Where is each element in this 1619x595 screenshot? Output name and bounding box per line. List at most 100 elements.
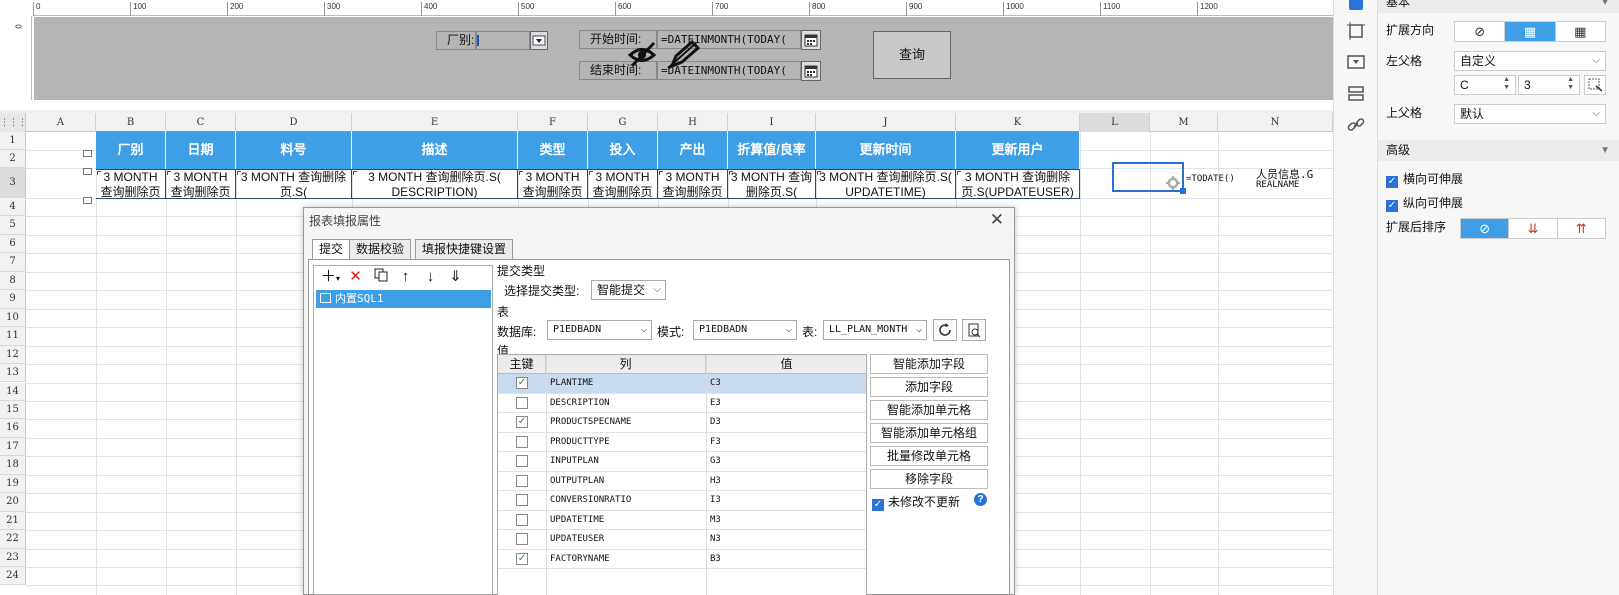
field-row[interactable]: ✓ FACTORYNAME B3 (498, 550, 866, 569)
checkbox-unchecked[interactable] (516, 455, 528, 467)
tab-submit[interactable]: 提交 (312, 239, 351, 260)
row-header[interactable]: 18 (0, 456, 26, 475)
row-header[interactable]: 12 (0, 345, 26, 365)
checkbox-checked[interactable]: ✓ (516, 377, 528, 389)
field-row[interactable]: UPDATETIME M3 (498, 511, 866, 530)
row-header[interactable]: 5 (0, 216, 26, 235)
row-header[interactable]: 14 (0, 382, 26, 401)
data-cell[interactable]: 3 MONTH 查询删除页.S(UPDATEUSER) (956, 169, 1080, 199)
smart-add-cell-button[interactable]: 智能添加单元格 (870, 400, 988, 420)
header-cell[interactable]: 料号 (236, 131, 352, 169)
header-cell[interactable]: 产出 (658, 131, 728, 169)
expand-direction-toggle[interactable]: ⊘ ▦ ▦ (1454, 21, 1606, 42)
select-all-corner[interactable]: ⋮⋮⋮ (0, 113, 27, 132)
checkbox-unchecked[interactable] (516, 435, 528, 448)
vertical-stretch-checkbox[interactable]: ✓ 纵向可伸展 (1386, 194, 1463, 212)
header-cell[interactable]: 描述 (352, 131, 518, 169)
row-header[interactable]: 4 (0, 198, 26, 217)
checkbox-unchecked[interactable] (516, 533, 528, 545)
refresh-button[interactable] (933, 319, 957, 341)
row-header[interactable]: 17 (0, 437, 26, 457)
data-cell[interactable]: 3 MONTH 查询删除页 (96, 169, 166, 199)
field-value-cell[interactable]: N3 (710, 530, 721, 549)
vertical-expand-icon[interactable]: ▦ (1505, 22, 1556, 41)
column-header[interactable]: N (1218, 113, 1333, 132)
copy-icon[interactable] (368, 267, 393, 287)
preview-table-button[interactable] (962, 319, 986, 341)
column-header[interactable]: G (588, 113, 658, 132)
hidden-eye-and-edit-icon[interactable] (627, 39, 706, 70)
left-parent-row-input[interactable]: 3 ▲ ▼ (1518, 75, 1580, 95)
row-header[interactable]: 2 (0, 150, 26, 168)
start-calendar-button[interactable] (801, 30, 821, 50)
field-row[interactable]: CONVERSIONRATIO I3 (498, 491, 866, 511)
checkbox-unchecked[interactable] (516, 494, 528, 506)
column-header[interactable]: E (352, 113, 518, 132)
field-row[interactable]: ✓ PRODUCTSPECNAME D3 (498, 413, 866, 433)
header-cell[interactable]: 折算值/良率 (728, 131, 816, 169)
help-icon[interactable]: ? (974, 493, 987, 506)
field-value-cell[interactable]: F3 (710, 433, 721, 452)
data-cell[interactable]: 3 MONTH 查询删除页 (658, 169, 728, 199)
data-cell[interactable]: 3 MONTH 查询删除页 (166, 169, 236, 199)
column-header[interactable]: L (1080, 113, 1150, 132)
column-header[interactable]: A (26, 113, 96, 132)
pick-cell-button[interactable] (1584, 75, 1606, 95)
field-row[interactable]: UPDATEUSER N3 (498, 530, 866, 550)
horizontal-expand-icon[interactable]: ▦ (1556, 22, 1605, 41)
data-cell[interactable]: 3 MONTH 查询删除页.S( (728, 169, 816, 199)
header-cell[interactable]: 投入 (588, 131, 658, 169)
move-bottom-icon[interactable]: ⇓ (443, 267, 468, 287)
sort-descending-icon[interactable]: ⇈ (1558, 219, 1605, 238)
no-expand-icon[interactable]: ⊘ (1455, 22, 1506, 41)
widget-settings-icon[interactable] (1345, 51, 1367, 73)
end-calendar-button[interactable] (801, 61, 821, 81)
checkbox-unchecked[interactable] (516, 396, 528, 409)
row-header[interactable]: 10 (0, 308, 26, 328)
fill-handle[interactable] (1180, 188, 1186, 194)
gear-icon[interactable] (1166, 176, 1180, 190)
close-icon[interactable]: ✕ (990, 210, 1004, 230)
row-header[interactable]: 11 (0, 327, 26, 346)
field-row[interactable]: DESCRIPTION E3 (498, 394, 866, 413)
header-cell[interactable]: 更新时间 (816, 131, 956, 169)
field-row[interactable]: ✓ PLANTIME C3 (498, 374, 866, 394)
row-header[interactable]: 8 (0, 271, 26, 291)
field-value-cell[interactable]: D3 (710, 413, 721, 432)
field-value-cell[interactable]: I3 (710, 491, 721, 510)
advanced-section-header[interactable]: 高级 ▼ (1378, 140, 1619, 161)
checkbox-unchecked[interactable] (516, 513, 528, 526)
up-parent-select[interactable]: 默认 ⌵ (1454, 104, 1606, 124)
header-cell[interactable]: 厂别 (96, 131, 166, 169)
row-header[interactable]: 23 (0, 548, 26, 567)
data-cell[interactable]: 3 MONTH 查询删除页 (518, 169, 588, 199)
move-up-icon[interactable]: ↑ (393, 267, 418, 287)
row-header[interactable]: 15 (0, 400, 26, 420)
move-down-icon[interactable]: ↓ (418, 267, 443, 287)
checkbox-checked[interactable]: ✓ (516, 552, 528, 565)
row-header[interactable]: 9 (0, 290, 26, 309)
data-cell[interactable]: 3 MONTH 查询删除页 (588, 169, 658, 199)
column-header[interactable]: D (236, 113, 352, 132)
left-parent-column-input[interactable]: C ▲ ▼ (1454, 75, 1516, 95)
row-header[interactable]: 24 (0, 567, 26, 586)
field-value-cell[interactable]: B3 (710, 550, 721, 569)
row-header[interactable]: 20 (0, 493, 26, 512)
cell-attributes-icon[interactable] (1345, 0, 1367, 14)
row-header[interactable]: 1 (0, 132, 26, 150)
data-cell[interactable]: 3 MONTH 查询删除页.S( DESCRIPTION) (352, 169, 518, 199)
field-row[interactable]: PRODUCTTYPE F3 (498, 433, 866, 452)
cell-m3-formula[interactable]: =TODATE() (1186, 174, 1235, 184)
field-value-cell[interactable]: C3 (710, 374, 721, 393)
field-row[interactable]: OUTPUTPLAN H3 (498, 472, 866, 491)
row-header[interactable]: 13 (0, 364, 26, 383)
add-field-button[interactable]: 添加字段 (870, 377, 988, 397)
row-header[interactable]: 3 (0, 168, 26, 198)
table-select[interactable]: LL_PLAN_MONTH ⌵ (823, 320, 927, 340)
horizontal-stretch-checkbox[interactable]: ✓ 横向可伸展 (1386, 170, 1463, 188)
row-header[interactable]: 19 (0, 474, 26, 494)
data-cell[interactable]: 3 MONTH 查询删除页.S( (236, 169, 352, 199)
add-icon[interactable]: ＋▾ (318, 267, 343, 287)
field-value-cell[interactable]: H3 (710, 472, 721, 491)
query-button[interactable]: 查询 (873, 31, 951, 79)
